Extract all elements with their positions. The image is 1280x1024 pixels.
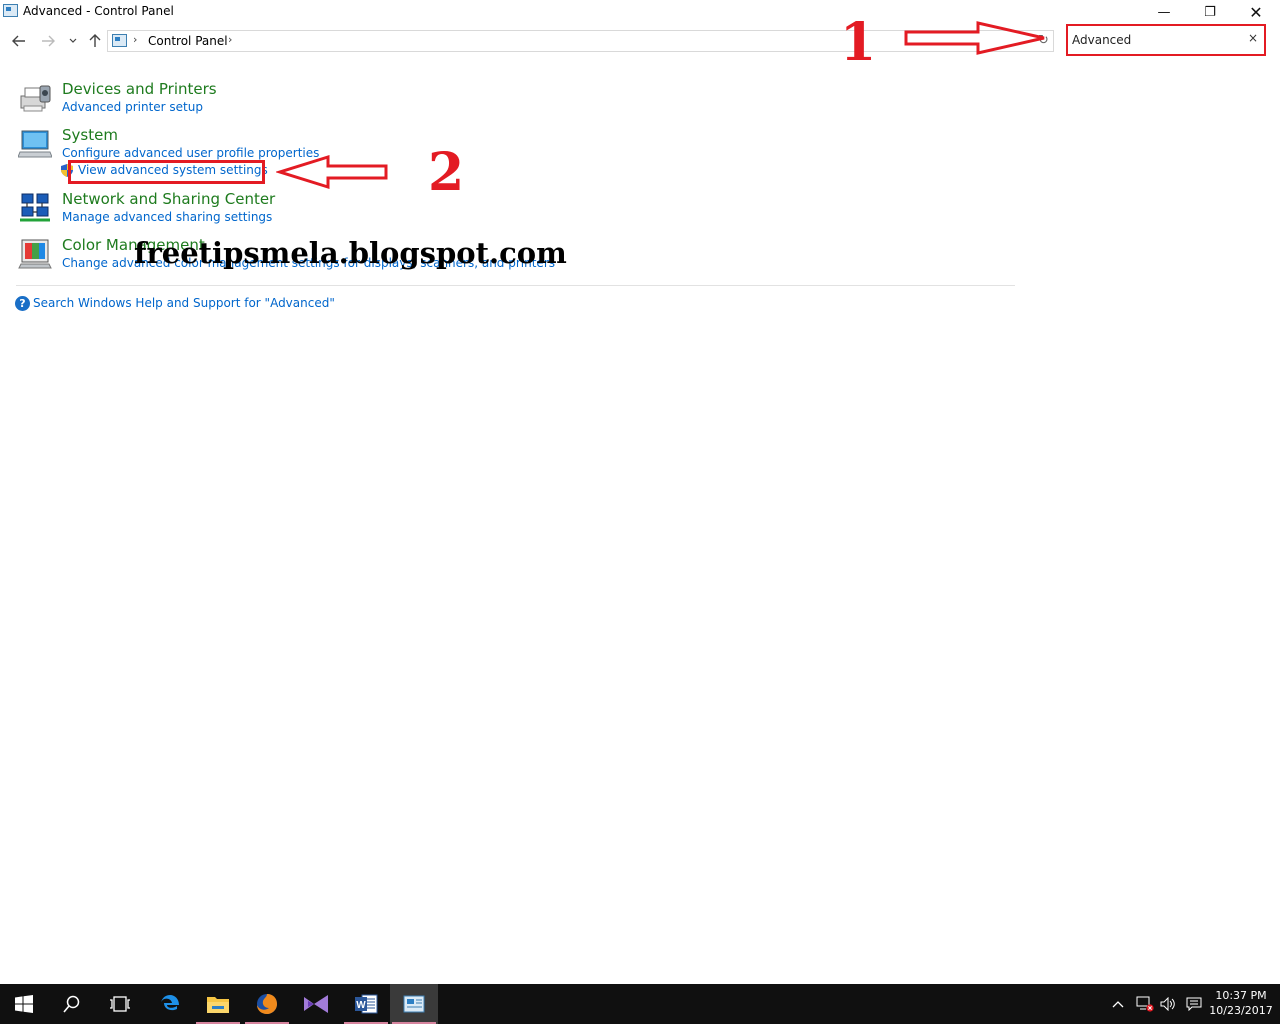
start-icon[interactable]	[0, 984, 48, 1024]
breadcrumb-chevron-icon[interactable]: ›	[133, 33, 137, 46]
breadcrumb-control-panel[interactable]: Control Panel	[148, 34, 228, 48]
watermark-text: freetipsmela.blogspot.com	[134, 236, 567, 270]
annotation-arrow-2	[276, 154, 388, 190]
maximize-button[interactable]: ❐	[1187, 0, 1233, 24]
divider	[16, 285, 1015, 286]
title-bar: Advanced - Control Panel — ❐ ✕	[0, 0, 1280, 24]
back-arrow-icon[interactable]	[8, 30, 30, 52]
svg-text:W: W	[356, 1000, 366, 1011]
action-center-icon[interactable]	[1186, 984, 1202, 1024]
computer-icon	[18, 130, 52, 158]
network-and-sharing-center-title[interactable]: Network and Sharing Center	[62, 190, 275, 208]
help-question-icon: ?	[15, 295, 30, 311]
recent-locations-chevron-icon[interactable]	[62, 30, 84, 52]
clock-date: 10/23/2017	[1209, 1004, 1273, 1017]
edge-icon[interactable]	[146, 984, 194, 1024]
advanced-printer-setup-link[interactable]: Advanced printer setup	[62, 100, 203, 114]
task-view-icon[interactable]	[96, 984, 144, 1024]
minimize-button[interactable]: —	[1141, 0, 1187, 24]
color-management-icon	[18, 239, 52, 269]
up-arrow-icon[interactable]	[84, 30, 106, 52]
control-panel-icon	[112, 34, 127, 47]
system-title[interactable]: System	[62, 126, 118, 144]
visual-studio-icon[interactable]	[292, 984, 340, 1024]
network-icon	[20, 193, 50, 222]
search-icon[interactable]	[48, 984, 96, 1024]
close-button[interactable]: ✕	[1233, 0, 1279, 24]
window-title: Advanced - Control Panel	[23, 4, 174, 18]
search-input[interactable]	[1072, 30, 1252, 50]
search-box-highlight: ×	[1066, 24, 1266, 56]
taskbar: W 10:37 PM 10/23/2017	[0, 984, 1280, 1024]
show-hidden-icons-icon[interactable]	[1112, 984, 1124, 1024]
manage-advanced-sharing-link[interactable]: Manage advanced sharing settings	[62, 210, 272, 224]
breadcrumb-chevron-icon[interactable]: ›	[228, 33, 232, 46]
clock-time: 10:37 PM	[1215, 989, 1267, 1002]
control-panel-icon	[3, 4, 18, 17]
firefox-icon[interactable]	[243, 984, 291, 1024]
annotation-highlight-box	[68, 160, 265, 184]
clear-search-icon[interactable]: ×	[1248, 31, 1258, 45]
annotation-step-1: 1	[840, 12, 877, 73]
control-panel-window: Advanced - Control Panel — ❐ ✕ › Control…	[0, 0, 1280, 984]
printer-icon	[20, 85, 51, 112]
network-status-icon[interactable]	[1136, 984, 1154, 1024]
annotation-step-2: 2	[428, 142, 465, 203]
word-icon[interactable]: W	[342, 984, 390, 1024]
file-explorer-icon[interactable]	[194, 984, 242, 1024]
annotation-arrow-1	[904, 21, 1045, 55]
volume-icon[interactable]	[1160, 984, 1176, 1024]
forward-arrow-icon[interactable]	[37, 30, 59, 52]
control-panel-icon[interactable]	[390, 984, 438, 1024]
clock[interactable]: 10:37 PM 10/23/2017	[1205, 988, 1277, 1018]
help-row[interactable]: ? Search Windows Help and Support for "A…	[15, 294, 335, 312]
devices-and-printers-title[interactable]: Devices and Printers	[62, 80, 217, 98]
search-windows-help-link[interactable]: Search Windows Help and Support for "Adv…	[33, 296, 335, 310]
